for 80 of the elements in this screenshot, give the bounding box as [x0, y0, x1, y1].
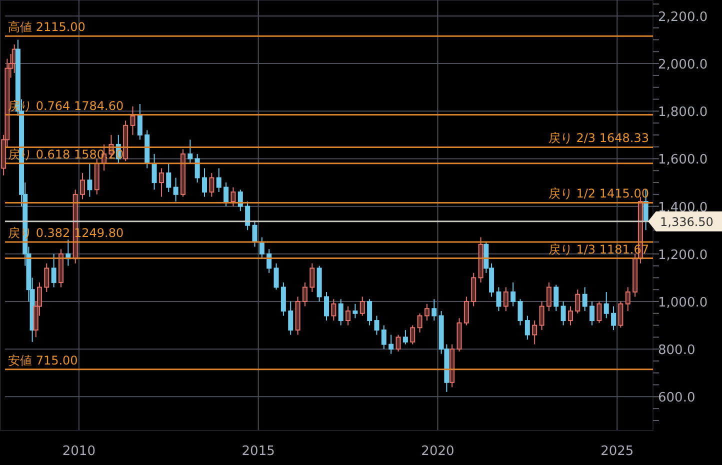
candlestick — [230, 186, 236, 207]
level-label: 高値 2115.00 — [8, 20, 86, 34]
candlestick — [324, 291, 329, 322]
candlestick — [137, 103, 142, 140]
candlestick — [245, 201, 250, 231]
candlestick — [252, 220, 258, 248]
candlestick — [166, 162, 172, 193]
candlestick — [402, 330, 408, 345]
x-axis-label: 2020 — [421, 444, 454, 459]
y-axis-label: 2,200.0 — [658, 10, 708, 25]
candlestick — [360, 296, 365, 316]
candlestick — [410, 324, 416, 345]
y-axis-label: 600.0 — [658, 390, 696, 406]
y-axis-label: 1,200.0 — [658, 248, 708, 263]
candlestick — [238, 189, 243, 212]
candlestick — [173, 177, 178, 202]
candlestick — [554, 284, 559, 312]
candlestick — [518, 298, 523, 326]
candlestick — [259, 236, 264, 260]
candlestick — [310, 262, 315, 292]
candlestick — [367, 298, 372, 326]
candlestick — [510, 282, 516, 307]
candlestick — [396, 334, 401, 352]
candlestick — [496, 286, 502, 312]
x-axis-label: 2010 — [62, 444, 96, 459]
candlestick — [274, 262, 279, 290]
candlestick — [471, 272, 476, 307]
y-axis-label: 1,800.0 — [658, 105, 708, 120]
candlestick — [51, 253, 56, 288]
candlestick — [524, 315, 530, 340]
ref-line-label: 1,336.50 — [660, 214, 714, 229]
candlestick — [575, 289, 580, 314]
y-axis-label: 1,600.0 — [658, 152, 708, 168]
level-label: 安値 715.00 — [8, 353, 78, 368]
candlestick — [352, 303, 358, 319]
candlestick — [604, 291, 609, 319]
candlestick — [346, 306, 351, 326]
candlestick — [331, 298, 336, 322]
candlestick — [560, 301, 566, 326]
candlestick — [611, 306, 616, 331]
candlestick — [216, 168, 222, 193]
candlestick — [224, 182, 229, 207]
candlestick — [546, 282, 552, 312]
candlestick — [130, 106, 136, 136]
candlestick — [87, 162, 92, 198]
candlestick — [432, 298, 437, 322]
candlestick — [381, 324, 386, 350]
candlestick — [44, 262, 50, 292]
candlestick — [280, 282, 286, 316]
candlestick — [202, 168, 208, 198]
candlestick — [388, 334, 394, 354]
candlestick — [80, 172, 86, 200]
x-axis-label: 2015 — [242, 444, 275, 459]
candlestick — [464, 296, 469, 326]
y-axis-label: 800.0 — [658, 343, 696, 358]
candlestick — [417, 312, 422, 333]
candlestick — [503, 286, 508, 312]
candlestick — [338, 298, 344, 326]
candlestick — [158, 168, 164, 198]
candlestick — [590, 301, 595, 326]
candlestick — [194, 153, 200, 184]
price-tag: 1,336.50 — [648, 211, 722, 232]
x-axis-label: 2025 — [600, 444, 634, 459]
candlestick — [424, 303, 430, 322]
level-label: 戻り 2/3 1648.33 — [548, 131, 649, 146]
candlestick — [625, 286, 630, 312]
candlestick — [582, 286, 588, 312]
candlestick — [539, 301, 544, 331]
candlestick — [618, 301, 624, 328]
candlestick — [188, 139, 193, 164]
candlestick — [302, 282, 308, 307]
y-axis-label: 1,000.0 — [658, 296, 708, 310]
candlestick — [209, 172, 214, 198]
candlestick — [374, 315, 380, 336]
candlestick — [288, 301, 294, 336]
candlestick — [152, 153, 157, 190]
candlestick — [596, 301, 602, 324]
candlestick — [532, 320, 538, 345]
candlestick — [568, 306, 573, 326]
y-axis-label: 2,000.0 — [658, 58, 708, 73]
